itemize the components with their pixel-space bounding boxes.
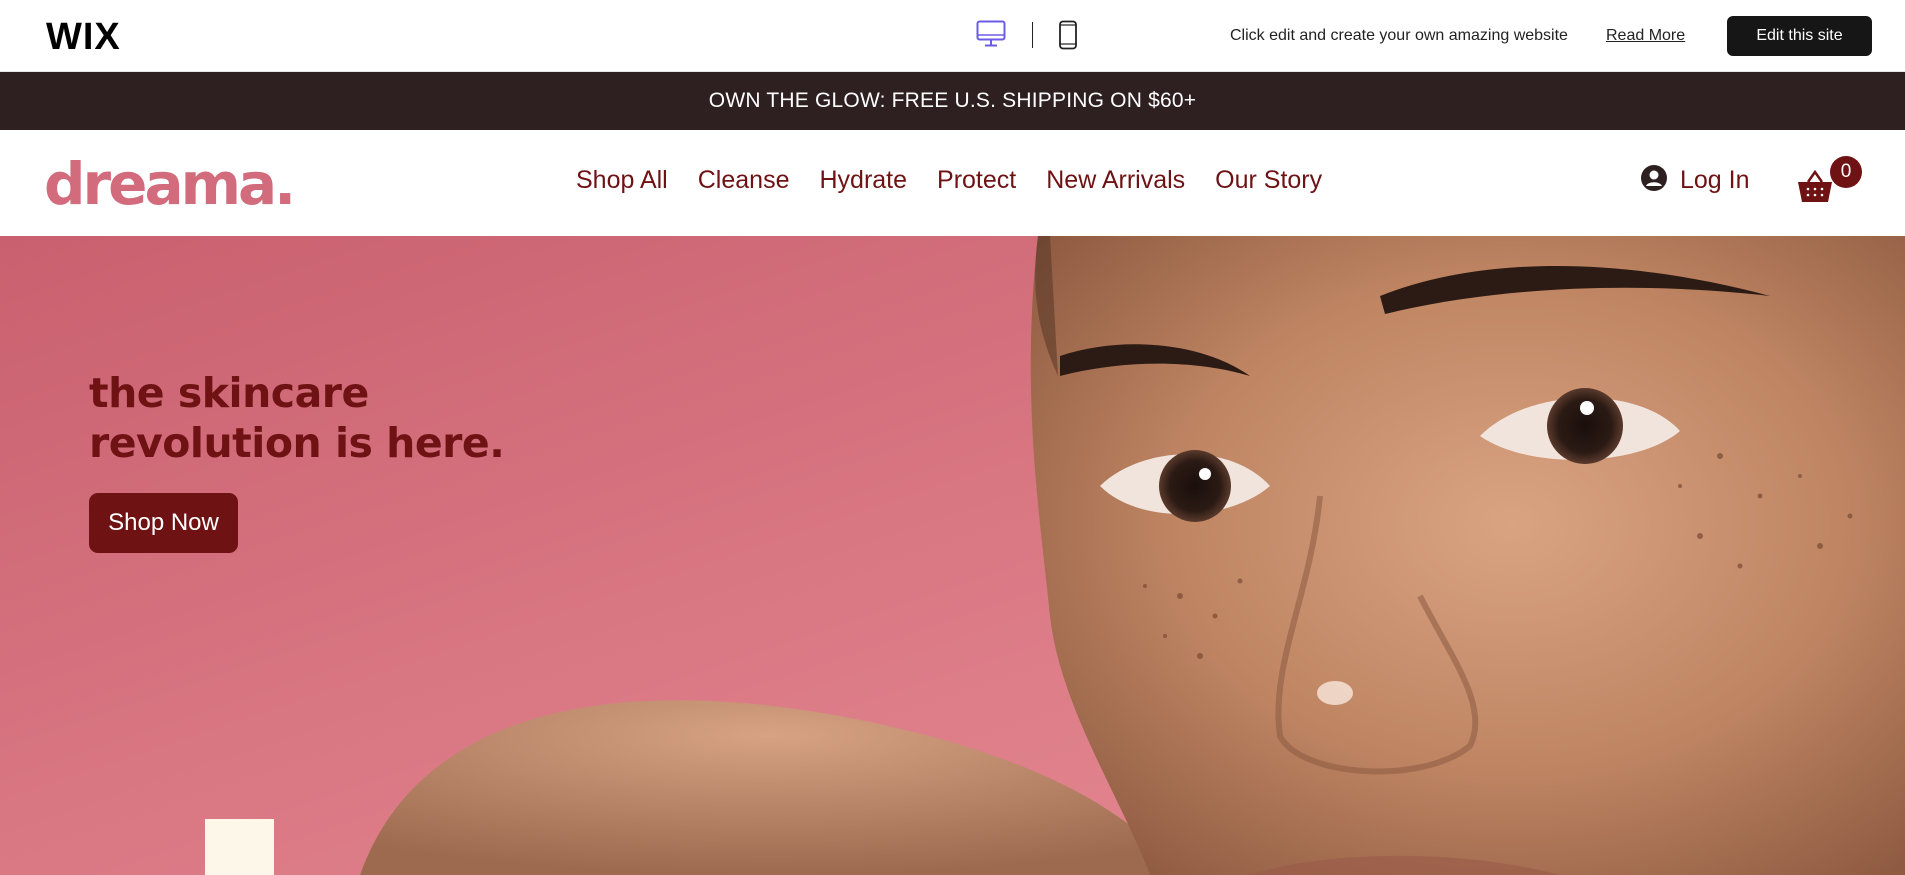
nav-item-our-story[interactable]: Our Story (1215, 166, 1322, 195)
hero-section: the skincare revolution is here. Shop No… (0, 236, 1905, 875)
hero-heading-line-1: the skincare (89, 369, 369, 417)
nav-item-shop-all[interactable]: Shop All (576, 166, 668, 195)
main-nav: Shop All Cleanse Hydrate Protect New Arr… (576, 166, 1322, 195)
cart-button[interactable]: 0 (1796, 156, 1866, 208)
brand-logo[interactable]: dreama. (44, 150, 296, 218)
nav-item-hydrate[interactable]: Hydrate (819, 166, 907, 195)
basket-icon (1796, 169, 1834, 209)
hero-image (0, 236, 1905, 875)
desktop-view-icon[interactable] (976, 20, 1006, 53)
wix-toolbar: WIX Click edit and create your own amazi… (0, 0, 1905, 72)
read-more-link[interactable]: Read More (1606, 27, 1685, 45)
decorative-block (205, 819, 274, 875)
announcement-text: OWN THE GLOW: FREE U.S. SHIPPING ON $60+ (708, 89, 1197, 112)
nav-item-protect[interactable]: Protect (937, 166, 1016, 195)
login-button[interactable]: Log In (1640, 164, 1750, 197)
shop-now-button[interactable]: Shop Now (89, 493, 238, 553)
cart-count-badge: 0 (1830, 156, 1862, 188)
login-label: Log In (1680, 166, 1750, 194)
hero-heading: the skincare revolution is here. (89, 368, 505, 468)
nav-item-cleanse[interactable]: Cleanse (698, 166, 790, 195)
site-header: dreama. Shop All Cleanse Hydrate Protect… (0, 130, 1905, 236)
wix-logo[interactable]: WIX (46, 16, 121, 59)
announcement-bar: OWN THE GLOW: FREE U.S. SHIPPING ON $60+ (0, 72, 1905, 130)
edit-site-button[interactable]: Edit this site (1727, 16, 1872, 56)
user-avatar-icon (1640, 164, 1668, 197)
nav-item-new-arrivals[interactable]: New Arrivals (1046, 166, 1185, 195)
mobile-view-icon[interactable] (1058, 20, 1078, 55)
wix-promo-text: Click edit and create your own amazing w… (1230, 27, 1568, 44)
hero-heading-line-2: revolution is here. (89, 419, 505, 467)
device-divider (1032, 22, 1033, 48)
